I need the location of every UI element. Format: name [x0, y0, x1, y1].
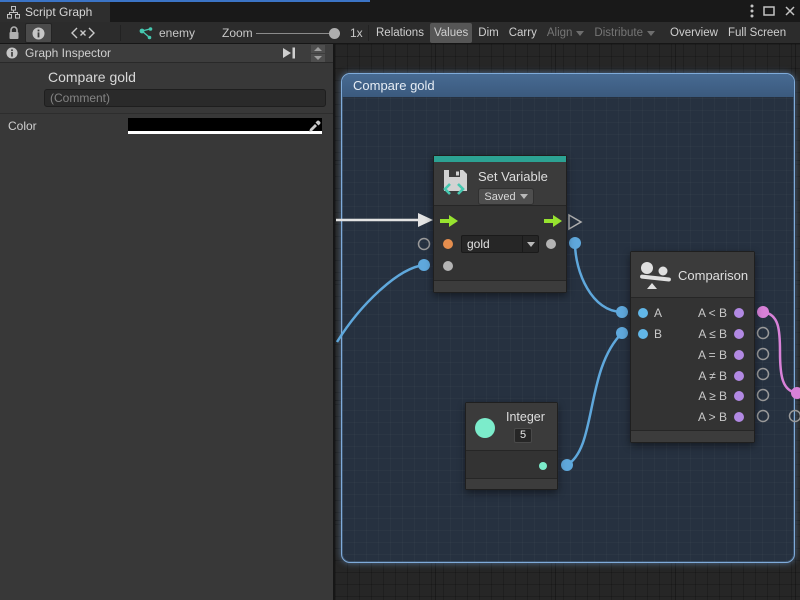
lock-button[interactable] [6, 22, 22, 44]
flow-out-port[interactable] [544, 215, 562, 227]
title-bar: Script Graph [0, 0, 800, 22]
divider [0, 113, 333, 114]
node-title: Comparison [678, 268, 748, 283]
node-set-variable[interactable]: Set Variable Saved gold [433, 155, 567, 293]
dropdown-arrow-icon [576, 31, 584, 36]
info-icon [32, 27, 45, 40]
close-icon[interactable] [784, 5, 796, 17]
value-in-port[interactable] [443, 261, 453, 271]
distribute-dropdown[interactable]: Distribute [590, 23, 659, 43]
variable-name-port[interactable] [443, 239, 453, 249]
output-less-port[interactable] [734, 308, 744, 318]
values-button[interactable]: Values [430, 23, 472, 43]
color-swatch[interactable] [128, 118, 322, 134]
toolbar-separator [368, 25, 369, 41]
output-label-lessequal: A ≤ B [698, 327, 727, 341]
tab-script-graph[interactable]: Script Graph [0, 2, 110, 22]
graph-inspector-panel: Graph Inspector Compare gold Color [0, 44, 335, 600]
variable-scope-dropdown[interactable]: Saved [478, 188, 534, 205]
lock-icon [8, 26, 20, 40]
floppy-save-icon [441, 167, 471, 197]
output-label-notequal: A ≠ B [698, 369, 727, 383]
node-header[interactable]: Integer 5 [466, 403, 557, 451]
output-label-less: A < B [698, 306, 727, 320]
output-greater-port[interactable] [734, 412, 744, 422]
kebab-menu-icon[interactable] [750, 4, 754, 18]
dropdown-arrow-icon [522, 236, 538, 252]
graph-toolbar: enemy Zoom 1x Relations Values Dim Carry… [0, 22, 800, 44]
relations-button[interactable]: Relations [372, 23, 428, 43]
full-screen-button[interactable]: Full Screen [724, 23, 790, 43]
node-header[interactable]: Comparison [631, 252, 754, 298]
node-integer[interactable]: Integer 5 [465, 402, 558, 490]
window-controls [750, 4, 796, 18]
zoom-label: Zoom [222, 22, 253, 44]
zoom-slider-track[interactable] [256, 33, 340, 34]
info-icon [6, 47, 18, 59]
node-comparison[interactable]: Comparison A B A < B A ≤ B A = B A ≠ B A… [630, 251, 755, 443]
unity-script-graph-window: Script Graph [0, 0, 800, 600]
dropdown-arrow-icon [647, 31, 655, 36]
inspector-scrubber[interactable] [311, 45, 325, 62]
code-icon [71, 27, 95, 39]
graph-reference[interactable]: enemy [138, 22, 195, 44]
input-a-label: A [654, 306, 662, 320]
color-field-label: Color [8, 119, 37, 133]
output-equal-port[interactable] [734, 350, 744, 360]
graph-inspector-header: Graph Inspector [0, 44, 333, 63]
value-out-port[interactable] [546, 239, 556, 249]
code-preview-button[interactable] [68, 22, 98, 44]
graph-reference-label: enemy [159, 26, 195, 40]
node-header[interactable]: Set Variable Saved [434, 162, 566, 206]
maximize-icon[interactable] [763, 5, 775, 17]
tab-title: Script Graph [25, 5, 92, 19]
node-title: Integer [506, 410, 545, 424]
node-footer [466, 478, 557, 489]
graph-canvas[interactable]: Compare gold [335, 44, 800, 600]
dock-icon[interactable] [281, 46, 297, 60]
graph-inspector-title: Graph Inspector [25, 46, 111, 60]
integer-type-icon [475, 418, 495, 438]
integer-out-port[interactable] [539, 462, 547, 470]
carry-button[interactable]: Carry [505, 23, 541, 43]
zoom-slider-thumb[interactable] [329, 28, 340, 39]
comparison-scale-icon [639, 260, 673, 290]
alpha-bar [128, 131, 322, 134]
variable-name-dropdown[interactable]: gold [461, 235, 539, 253]
dim-button[interactable]: Dim [474, 23, 502, 43]
integer-value-input[interactable]: 5 [514, 428, 532, 443]
spinner-up-icon[interactable] [311, 45, 325, 53]
eyedropper-icon [308, 120, 321, 133]
spinner-down-icon[interactable] [311, 54, 325, 62]
output-label-equal: A = B [698, 348, 727, 362]
node-footer [631, 430, 754, 442]
align-dropdown[interactable]: Align [543, 23, 589, 43]
eyedropper-button[interactable] [306, 118, 322, 134]
node-title: Set Variable [478, 169, 548, 184]
zoom-value: 1x [350, 22, 363, 44]
selected-graph-title: Compare gold [48, 69, 136, 85]
output-notequal-port[interactable] [734, 371, 744, 381]
group-title: Compare gold [353, 78, 435, 93]
comment-input[interactable] [44, 89, 326, 107]
input-a-port[interactable] [638, 308, 648, 318]
toolbar-separator [120, 25, 121, 41]
input-b-label: B [654, 327, 662, 341]
output-label-greater: A > B [698, 410, 727, 424]
output-greaterequal-port[interactable] [734, 391, 744, 401]
script-graph-icon [7, 6, 20, 19]
group-header[interactable]: Compare gold [342, 74, 794, 97]
graph-reference-icon [138, 27, 153, 40]
output-label-greaterequal: A ≥ B [698, 389, 727, 403]
flow-in-port[interactable] [440, 215, 458, 227]
toolbar-buttons: Relations Values Dim Carry Align Distrib… [372, 23, 790, 43]
dropdown-arrow-icon [520, 194, 528, 199]
node-footer [434, 280, 566, 292]
input-b-port[interactable] [638, 329, 648, 339]
inspector-toggle-button[interactable] [25, 23, 52, 43]
overview-button[interactable]: Overview [666, 23, 722, 43]
output-lessequal-port[interactable] [734, 329, 744, 339]
